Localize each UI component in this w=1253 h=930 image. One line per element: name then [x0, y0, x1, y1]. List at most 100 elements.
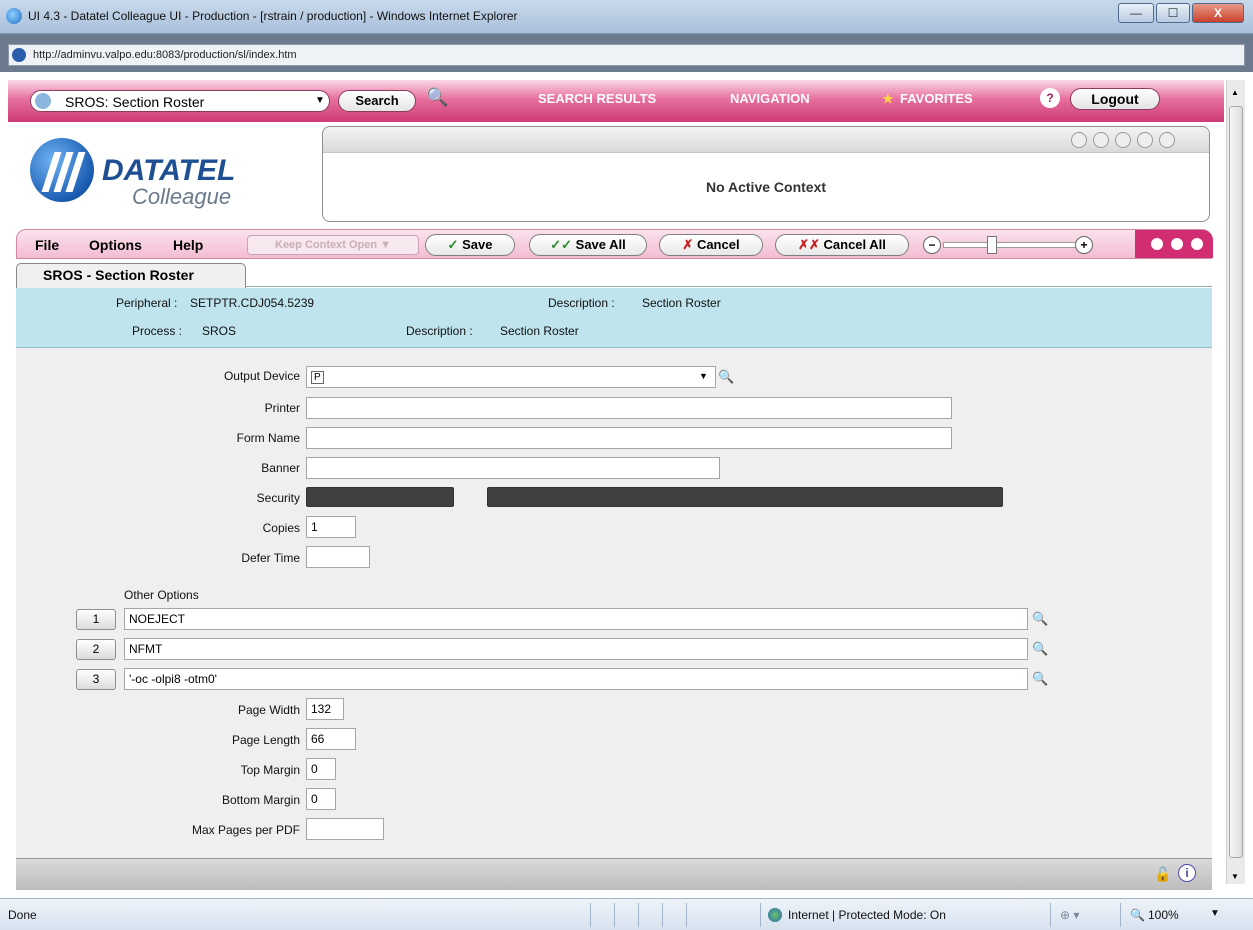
double-x-icon: ✗✗: [798, 237, 820, 252]
security-field-2: [487, 487, 1003, 507]
minimize-button[interactable]: —: [1118, 3, 1154, 23]
form-name-field[interactable]: [306, 427, 952, 449]
other-option-field-2[interactable]: NFMT: [124, 638, 1028, 660]
keep-context-label: Keep Context Open: [274, 239, 378, 251]
description-label-2: Description :: [406, 324, 473, 338]
output-device-label: Output Device: [223, 369, 300, 383]
security-zone[interactable]: Internet | Protected Mode: On: [788, 908, 946, 922]
menu-options[interactable]: Options: [89, 237, 142, 253]
menu-bar: File Options Help Keep Context Open ▼ ✓ …: [16, 229, 1213, 259]
zoom-in-button[interactable]: +: [1075, 236, 1093, 254]
page-width-field[interactable]: 132: [306, 698, 344, 720]
form-name-label: Form Name: [236, 431, 300, 445]
context-close-icon[interactable]: [1159, 132, 1175, 148]
help-icon[interactable]: ?: [1040, 88, 1060, 108]
other-option-number-1[interactable]: 1: [76, 609, 116, 630]
banner-label: Banner: [261, 461, 300, 475]
zoom-level[interactable]: 100%: [1148, 908, 1179, 922]
save-all-button[interactable]: ✓✓ Save All: [529, 234, 647, 256]
context-refresh-icon[interactable]: [1115, 132, 1131, 148]
chevron-down-icon[interactable]: ▼: [315, 95, 325, 106]
other-option-field-1[interactable]: NOEJECT: [124, 608, 1028, 630]
other-options-label: Other Options: [124, 588, 199, 602]
zoom-slider-thumb[interactable]: [987, 236, 997, 254]
protected-mode-icon[interactable]: ⊕ ▾: [1060, 908, 1079, 922]
tab-section-roster[interactable]: SROS - Section Roster: [16, 263, 246, 288]
window-title: UI 4.3 - Datatel Colleague UI - Producti…: [28, 9, 518, 23]
output-device-select[interactable]: P ▼: [306, 366, 716, 388]
save-all-label: Save All: [575, 237, 626, 252]
context-toolbar: [323, 127, 1209, 153]
logo-globe-icon: [30, 138, 94, 202]
context-help-icon[interactable]: [1137, 132, 1153, 148]
scroll-down-icon[interactable]: ▼: [1231, 872, 1239, 881]
logo-text-datatel: DATATEL: [102, 154, 236, 187]
page-length-field[interactable]: 66: [306, 728, 356, 750]
banner-field[interactable]: [306, 457, 720, 479]
navigation-link[interactable]: NAVIGATION: [730, 91, 810, 106]
info-icon[interactable]: i: [1178, 864, 1196, 882]
top-nav-bar: SROS: Section Roster ▼ Search 🔍 SEARCH R…: [8, 80, 1224, 122]
page-length-label: Page Length: [231, 733, 300, 747]
max-pages-field[interactable]: [306, 818, 384, 840]
keep-context-open-select[interactable]: Keep Context Open ▼: [247, 235, 419, 255]
defer-time-label: Defer Time: [241, 551, 300, 565]
process-label: Process :: [132, 324, 183, 338]
cancel-button[interactable]: ✗ Cancel: [659, 234, 763, 256]
close-button[interactable]: X: [1192, 3, 1244, 23]
printer-field[interactable]: [306, 397, 952, 419]
scrollbar-thumb[interactable]: [1229, 106, 1243, 858]
form-footer: 🔓 i: [16, 858, 1212, 890]
print-icon[interactable]: [1149, 236, 1165, 252]
search-results-link[interactable]: SEARCH RESULTS: [538, 91, 656, 106]
zoom-dropdown-icon[interactable]: ▼: [1210, 908, 1220, 919]
ie-icon: [6, 8, 22, 24]
search-icon[interactable]: 🔍: [426, 87, 448, 108]
description-value-2: Section Roster: [500, 324, 579, 338]
cancel-all-button[interactable]: ✗✗ Cancel All: [775, 234, 909, 256]
context-nav-icon[interactable]: [1071, 132, 1087, 148]
star-icon: ★: [882, 91, 894, 106]
screen-select[interactable]: SROS: Section Roster ▼: [30, 90, 330, 112]
defer-time-field[interactable]: [306, 546, 370, 568]
favorites-link[interactable]: FAVORITES: [900, 91, 973, 106]
screen-icon: [35, 93, 51, 109]
help-circle-icon[interactable]: [1189, 236, 1205, 252]
top-margin-label: Top Margin: [240, 763, 300, 777]
zoom-slider[interactable]: [943, 242, 1083, 248]
checkmark-icon: ✓: [447, 237, 459, 252]
form-area: [16, 348, 1212, 858]
search-button[interactable]: Search: [338, 90, 416, 112]
other-option-number-2[interactable]: 2: [76, 639, 116, 660]
save-button[interactable]: ✓ Save: [425, 234, 515, 256]
zoom-out-button[interactable]: −: [923, 236, 941, 254]
context-favorite-icon[interactable]: [1093, 132, 1109, 148]
lookup-icon[interactable]: 🔍: [1032, 641, 1048, 657]
copies-field[interactable]: 1: [306, 516, 356, 538]
lookup-icon[interactable]: 🔍: [718, 369, 734, 385]
info-band: Peripheral : SETPTR.CDJ054.5239 Descript…: [16, 288, 1212, 348]
url-text: http://adminvu.valpo.edu:8083/production…: [33, 49, 297, 61]
maximize-button[interactable]: ☐: [1156, 3, 1190, 23]
other-option-field-3[interactable]: '-oc -olpi8 -otm0': [124, 668, 1028, 690]
favorite-icon[interactable]: [1169, 236, 1185, 252]
menu-help[interactable]: Help: [173, 237, 203, 253]
bottom-margin-label: Bottom Margin: [221, 793, 300, 807]
logout-button[interactable]: Logout: [1070, 88, 1160, 110]
page-width-label: Page Width: [237, 703, 300, 717]
other-option-number-3[interactable]: 3: [76, 669, 116, 690]
top-margin-field[interactable]: 0: [306, 758, 336, 780]
url-field[interactable]: http://adminvu.valpo.edu:8083/production…: [8, 44, 1245, 66]
screen-select-value: SROS: Section Roster: [65, 94, 205, 110]
chevron-down-icon[interactable]: ▼: [699, 371, 708, 381]
scroll-up-icon[interactable]: ▲: [1231, 88, 1239, 97]
save-label: Save: [462, 237, 493, 252]
lock-icon[interactable]: 🔓: [1154, 866, 1171, 883]
max-pages-label: Max Pages per PDF: [191, 823, 300, 837]
lookup-icon[interactable]: 🔍: [1032, 671, 1048, 687]
bottom-margin-field[interactable]: 0: [306, 788, 336, 810]
menu-right-cap: [1135, 230, 1213, 258]
lookup-icon[interactable]: 🔍: [1032, 611, 1048, 627]
window-title-bar: UI 4.3 - Datatel Colleague UI - Producti…: [0, 0, 1253, 34]
menu-file[interactable]: File: [35, 237, 59, 253]
